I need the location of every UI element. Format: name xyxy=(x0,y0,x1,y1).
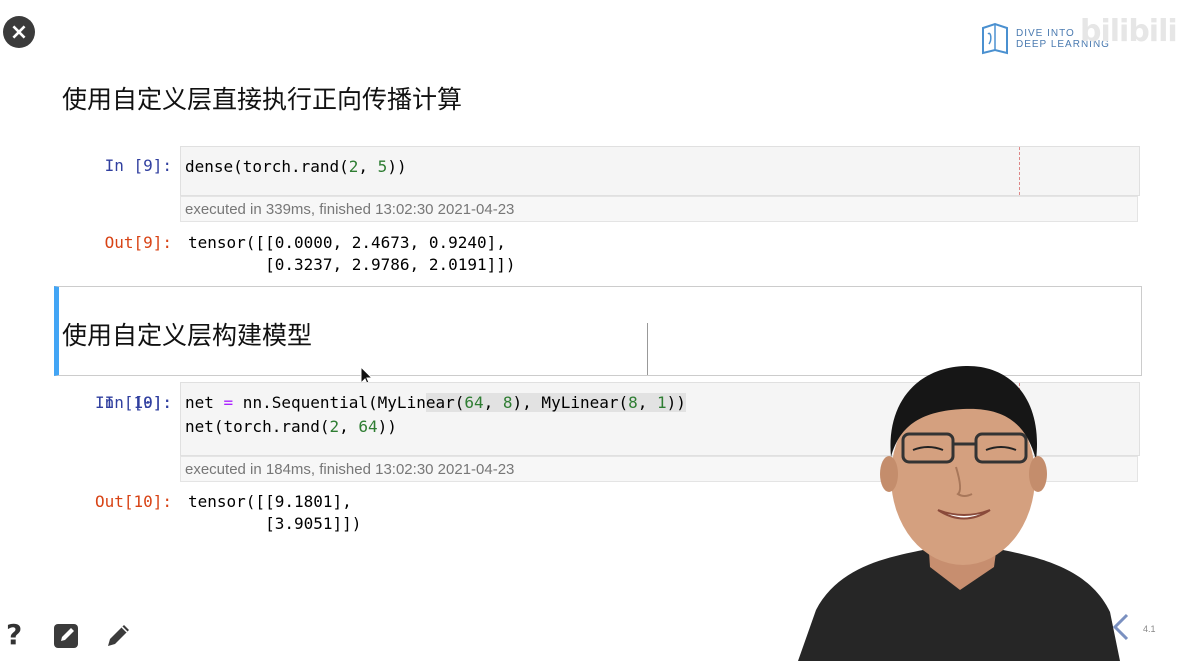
code-input-9[interactable]: dense(torch.rand(2, 5)) xyxy=(180,146,1140,196)
text-cursor xyxy=(647,323,648,375)
bilibili-watermark: bilibili xyxy=(1080,14,1178,49)
edit-square-icon[interactable] xyxy=(52,620,82,650)
code-text-9: dense(torch.rand(2, 5)) xyxy=(185,157,407,176)
output-10: tensor([[9.1801], [3.9051]]) xyxy=(188,492,362,533)
in-prompt-10: In [10]: xyxy=(94,393,172,412)
help-icon[interactable]: ? xyxy=(6,620,36,650)
section-heading-forward: 使用自定义层直接执行正向传播计算 xyxy=(62,85,463,114)
slide-number: 4.1 xyxy=(1143,624,1156,634)
close-icon[interactable]: × xyxy=(3,16,35,48)
chevron-left-icon[interactable] xyxy=(1110,612,1132,642)
presenter-video xyxy=(798,365,1120,661)
execution-info-9: executed in 339ms, finished 13:02:30 202… xyxy=(180,196,1138,222)
out-prompt-9: Out[9]: xyxy=(104,233,172,252)
line-length-ruler xyxy=(1019,147,1020,195)
section-heading-model: 使用自定义层构建模型 xyxy=(62,321,313,350)
pencil-icon[interactable] xyxy=(104,620,134,650)
in-prompt-9: In [9]: xyxy=(104,156,172,175)
book-logo-icon xyxy=(982,22,1008,55)
out-prompt-10: Out[10]: xyxy=(94,492,172,511)
output-9: tensor([[0.0000, 2.4673, 0.9240], [0.323… xyxy=(188,233,516,274)
